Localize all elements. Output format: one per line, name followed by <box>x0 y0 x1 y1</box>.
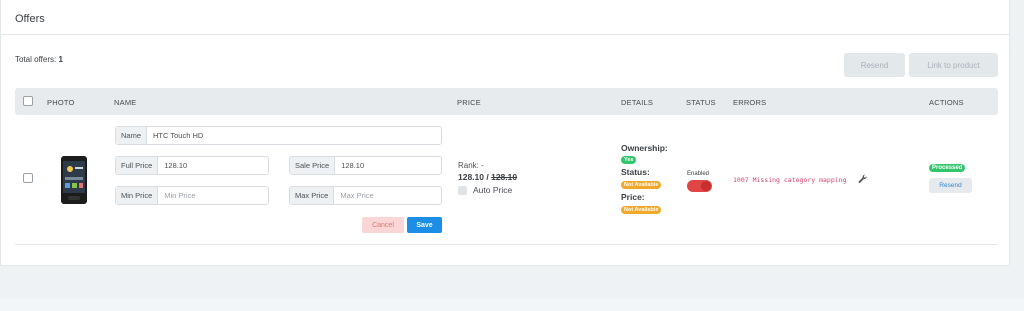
sale-price-label: Sale Price <box>290 157 336 174</box>
full-price-value[interactable]: 128.10 <box>158 157 187 174</box>
full-price-field[interactable]: Full Price 128.10 <box>115 156 269 175</box>
min-price-field[interactable]: Min Price Min Price <box>115 186 269 205</box>
row-divider <box>15 244 998 245</box>
auto-price-checkbox[interactable] <box>458 185 467 195</box>
header-errors: ERRORS <box>733 98 767 107</box>
link-to-product-button[interactable]: Link to product <box>909 53 998 77</box>
min-price-label: Min Price <box>116 187 159 204</box>
status-toggle[interactable] <box>687 180 712 192</box>
total-offers: Total offers: 1 <box>15 55 63 64</box>
max-price-field[interactable]: Max Price Max Price <box>289 186 442 205</box>
status-label: Enabled <box>687 171 710 177</box>
total-offers-value: 1 <box>58 55 63 64</box>
max-price-input[interactable]: Max Price <box>334 187 373 204</box>
resend-all-button[interactable]: Resend <box>844 53 905 77</box>
header-photo: PHOTO <box>47 98 75 107</box>
page-footer-band <box>0 298 1024 311</box>
ownership-label: Ownership: <box>621 143 668 153</box>
price-detail-label: Price: <box>621 192 645 202</box>
cancel-button[interactable]: Cancel <box>362 217 404 233</box>
total-offers-label: Total offers: <box>15 55 57 64</box>
sale-price-field[interactable]: Sale Price 128.10 <box>289 156 442 175</box>
resend-button[interactable]: Resend <box>929 178 972 193</box>
min-price-input[interactable]: Min Price <box>158 187 195 204</box>
toggle-knob <box>701 181 711 191</box>
divider <box>1 34 1009 35</box>
header-price: PRICE <box>457 98 481 107</box>
status-detail-label: Status: <box>621 167 650 177</box>
price-display: 128.10 / 128.10 <box>458 172 517 182</box>
header-name: NAME <box>114 98 137 107</box>
current-price: 128.10 <box>458 172 484 182</box>
rank-text: Rank: - <box>458 161 484 170</box>
sale-price-value[interactable]: 128.10 <box>335 157 364 174</box>
processed-badge: Processed <box>929 164 966 172</box>
header-status: STATUS <box>686 98 716 107</box>
max-price-label: Max Price <box>290 187 335 204</box>
select-all-checkbox[interactable] <box>23 96 33 106</box>
offers-card: Offers Total offers: 1 Resend Link to pr… <box>0 0 1010 266</box>
card-title: Offers <box>15 13 45 25</box>
name-field[interactable]: Name HTC Touch HD <box>115 126 442 145</box>
header-actions: ACTIONS <box>929 98 964 107</box>
wrench-icon[interactable] <box>858 174 868 184</box>
row-checkbox[interactable] <box>23 173 33 183</box>
status-detail-badge: Not Available <box>621 181 662 189</box>
product-photo <box>61 156 87 204</box>
full-price-label: Full Price <box>116 157 159 174</box>
header-details: DETAILS <box>621 98 654 107</box>
error-text: 1007 Missing category mapping <box>733 176 847 184</box>
auto-price-label: Auto Price <box>473 185 513 195</box>
auto-price-toggle[interactable]: Auto Price <box>458 185 512 195</box>
save-button[interactable]: Save <box>407 217 442 233</box>
old-price: 128.10 <box>491 172 518 182</box>
ownership-badge: Yes <box>621 156 637 164</box>
name-value[interactable]: HTC Touch HD <box>147 127 203 144</box>
table-header: PHOTO NAME PRICE DETAILS STATUS ERRORS A… <box>15 88 998 115</box>
name-label: Name <box>116 127 148 144</box>
price-detail-badge: Not Available <box>621 206 662 214</box>
